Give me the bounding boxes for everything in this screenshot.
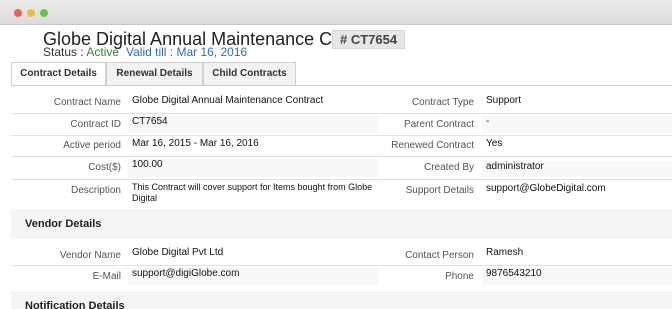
detail-row: E-Mail support@digiGlobe.com Phone 98765… bbox=[0, 266, 672, 288]
minimize-window-button[interactable] bbox=[27, 9, 35, 17]
parent-contract-label: Parent Contract bbox=[403, 119, 474, 130]
email-label: E-Mail bbox=[92, 271, 121, 282]
contract-id-label: Contract ID bbox=[70, 119, 121, 130]
contract-id-badge: # CT7654 bbox=[332, 30, 406, 49]
detail-row: Vendor Name Globe Digital Pvt Ltd Contac… bbox=[0, 244, 672, 265]
contract-type-value: Support bbox=[482, 95, 672, 111]
support-details-label: Support Details bbox=[405, 185, 474, 196]
description-label: Description bbox=[70, 185, 121, 196]
contract-name-value: Globe Digital Annual Maintenance Contrac… bbox=[128, 95, 378, 111]
detail-row: Cost($) 100.00 Created By administrator bbox=[0, 157, 672, 179]
detail-row: Contract Name Globe Digital Annual Maint… bbox=[0, 91, 672, 113]
contract-id-value: CT7654 bbox=[128, 116, 378, 133]
support-details-value: support@GlobeDigital.com bbox=[482, 183, 672, 199]
phone-value: 9876543210 bbox=[482, 268, 672, 285]
created-by-value: administrator bbox=[482, 161, 672, 177]
created-by-label: Created By bbox=[423, 162, 474, 173]
detail-row: Active period Mar 16, 2015 - Mar 16, 201… bbox=[0, 136, 672, 156]
description-value: This Contract will cover support for Ite… bbox=[128, 182, 378, 206]
active-period-value: Mar 16, 2015 - Mar 16, 2016 bbox=[128, 138, 378, 154]
renewed-contract-label: Renewed Contract bbox=[391, 140, 474, 151]
tab-divider bbox=[11, 85, 672, 86]
parent-contract-value: - bbox=[482, 116, 672, 133]
cost-label: Cost($) bbox=[88, 162, 121, 173]
vendor-name-value: Globe Digital Pvt Ltd bbox=[128, 247, 378, 263]
close-window-button[interactable] bbox=[14, 9, 22, 17]
detail-row: Contract ID CT7654 Parent Contract - bbox=[0, 114, 672, 135]
renewed-contract-value: Yes bbox=[482, 138, 672, 154]
tab-contract-details[interactable]: Contract Details bbox=[11, 62, 106, 86]
notification-details-heading: Notification Details bbox=[11, 291, 672, 309]
tab-renewal-details[interactable]: Renewal Details bbox=[106, 62, 203, 86]
detail-row: Description This Contract will cover sup… bbox=[0, 180, 672, 206]
email-value: support@digiGlobe.com bbox=[128, 268, 378, 285]
window-titlebar bbox=[0, 0, 672, 25]
contract-name-label: Contract Name bbox=[53, 97, 121, 108]
contact-person-label: Contact Person bbox=[405, 250, 474, 261]
contract-type-label: Contract Type bbox=[411, 97, 474, 108]
status-label: Status : bbox=[43, 45, 87, 59]
vendor-details-heading: Vendor Details bbox=[11, 209, 672, 239]
phone-label: Phone bbox=[445, 271, 474, 282]
valid-till: Valid till : Mar 16, 2016 bbox=[126, 45, 248, 59]
status-value: Active bbox=[86, 45, 120, 59]
active-period-label: Active period bbox=[63, 140, 121, 151]
contact-person-value: Ramesh bbox=[482, 247, 672, 263]
status-line: Status : Active bbox=[43, 45, 119, 59]
maximize-window-button[interactable] bbox=[40, 9, 48, 17]
cost-value: 100.00 bbox=[128, 159, 378, 177]
tab-child-contracts[interactable]: Child Contracts bbox=[203, 62, 296, 86]
vendor-name-label: Vendor Name bbox=[59, 250, 121, 261]
app-window: Globe Digital Annual Maintenance Contrac… bbox=[0, 0, 672, 309]
